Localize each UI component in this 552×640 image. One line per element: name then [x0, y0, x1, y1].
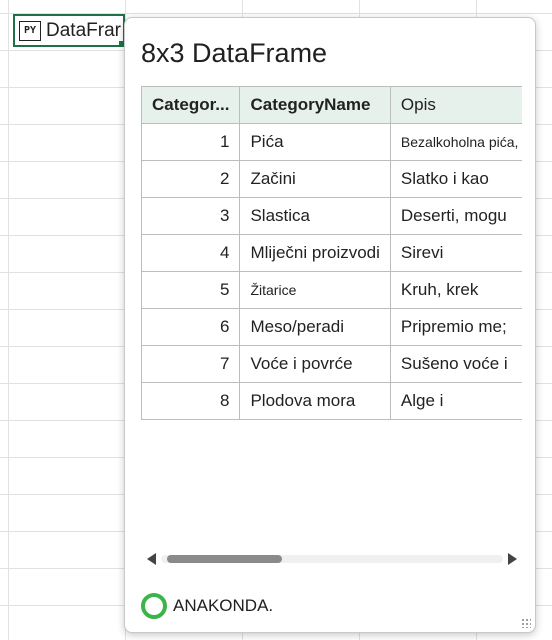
cell-id: 2 — [141, 160, 241, 198]
scroll-right-icon[interactable] — [508, 553, 517, 565]
dataframe-table: Categor... CategoryName Opis 1 Pića Beza… — [141, 86, 522, 420]
card-title: 8x3 DataFrame — [141, 38, 328, 68]
scrollbar-thumb[interactable] — [167, 555, 282, 563]
cell-opis: Pripremio me; — [389, 308, 522, 346]
dataframe-card: 8x3 DataFrame Categor... CategoryName Op… — [124, 17, 536, 633]
header-row: Categor... CategoryName Opis — [141, 86, 522, 124]
python-icon: PY — [19, 20, 41, 41]
column-header-categoryid[interactable]: Categor... — [141, 86, 241, 124]
cell-id: 8 — [141, 382, 241, 420]
cell-id: 1 — [141, 123, 241, 161]
cell-name: Slastica — [239, 197, 391, 235]
table-row: 8 Plodova mora Alge i — [141, 382, 522, 420]
selected-cell[interactable]: PY DataFrar — [13, 14, 125, 47]
column-header-categoryname[interactable]: CategoryName — [239, 86, 391, 124]
cell-name: Voće i povrće — [239, 345, 391, 383]
cell-opis: Slatko i kao — [389, 160, 522, 198]
horizontal-scrollbar[interactable] — [147, 550, 517, 568]
cell-value: DataFrar — [46, 19, 121, 41]
table-row: 7 Voće i povrće Sušeno voće i — [141, 345, 522, 383]
cell-opis: Sušeno voće i — [389, 345, 522, 383]
cell-name: Žitarice — [239, 271, 391, 309]
footer-label: ANAKONDA. — [173, 596, 274, 615]
cell-opis: Deserti, mogu — [389, 197, 522, 235]
table-viewport: Categor... CategoryName Opis 1 Pića Beza… — [141, 86, 522, 442]
cell-id: 7 — [141, 345, 241, 383]
table-row: 1 Pića Bezalkoholna pića, c — [141, 123, 522, 161]
cell-id: 5 — [141, 271, 241, 309]
table-row: 6 Meso/peradi Pripremio me; — [141, 308, 522, 346]
table-row: 5 Žitarice Kruh, krek — [141, 271, 522, 309]
cell-name: Mliječni proizvodi — [239, 234, 391, 272]
cell-name: Pića — [239, 123, 391, 161]
cell-id: 6 — [141, 308, 241, 346]
cell-id: 3 — [141, 197, 241, 235]
cell-name: Meso/peradi — [239, 308, 391, 346]
resize-grip-icon[interactable] — [521, 618, 531, 628]
table-row: 3 Slastica Deserti, mogu — [141, 197, 522, 235]
column-header-opis[interactable]: Opis — [389, 86, 522, 124]
cell-name: Začini — [239, 160, 391, 198]
scroll-left-icon[interactable] — [147, 553, 156, 565]
cell-id: 4 — [141, 234, 241, 272]
cell-opis: Bezalkoholna pića, c — [389, 123, 522, 161]
table-row: 2 Začini Slatko i kao — [141, 160, 522, 198]
table-row: 4 Mliječni proizvodi Sirevi — [141, 234, 522, 272]
cell-opis: Sirevi — [389, 234, 522, 272]
cell-name: Plodova mora — [239, 382, 391, 420]
card-footer: ANAKONDA. — [141, 592, 273, 620]
cell-opis: Alge i — [389, 382, 522, 420]
loading-ring-icon — [141, 593, 167, 619]
cell-opis: Kruh, krek — [389, 271, 522, 309]
